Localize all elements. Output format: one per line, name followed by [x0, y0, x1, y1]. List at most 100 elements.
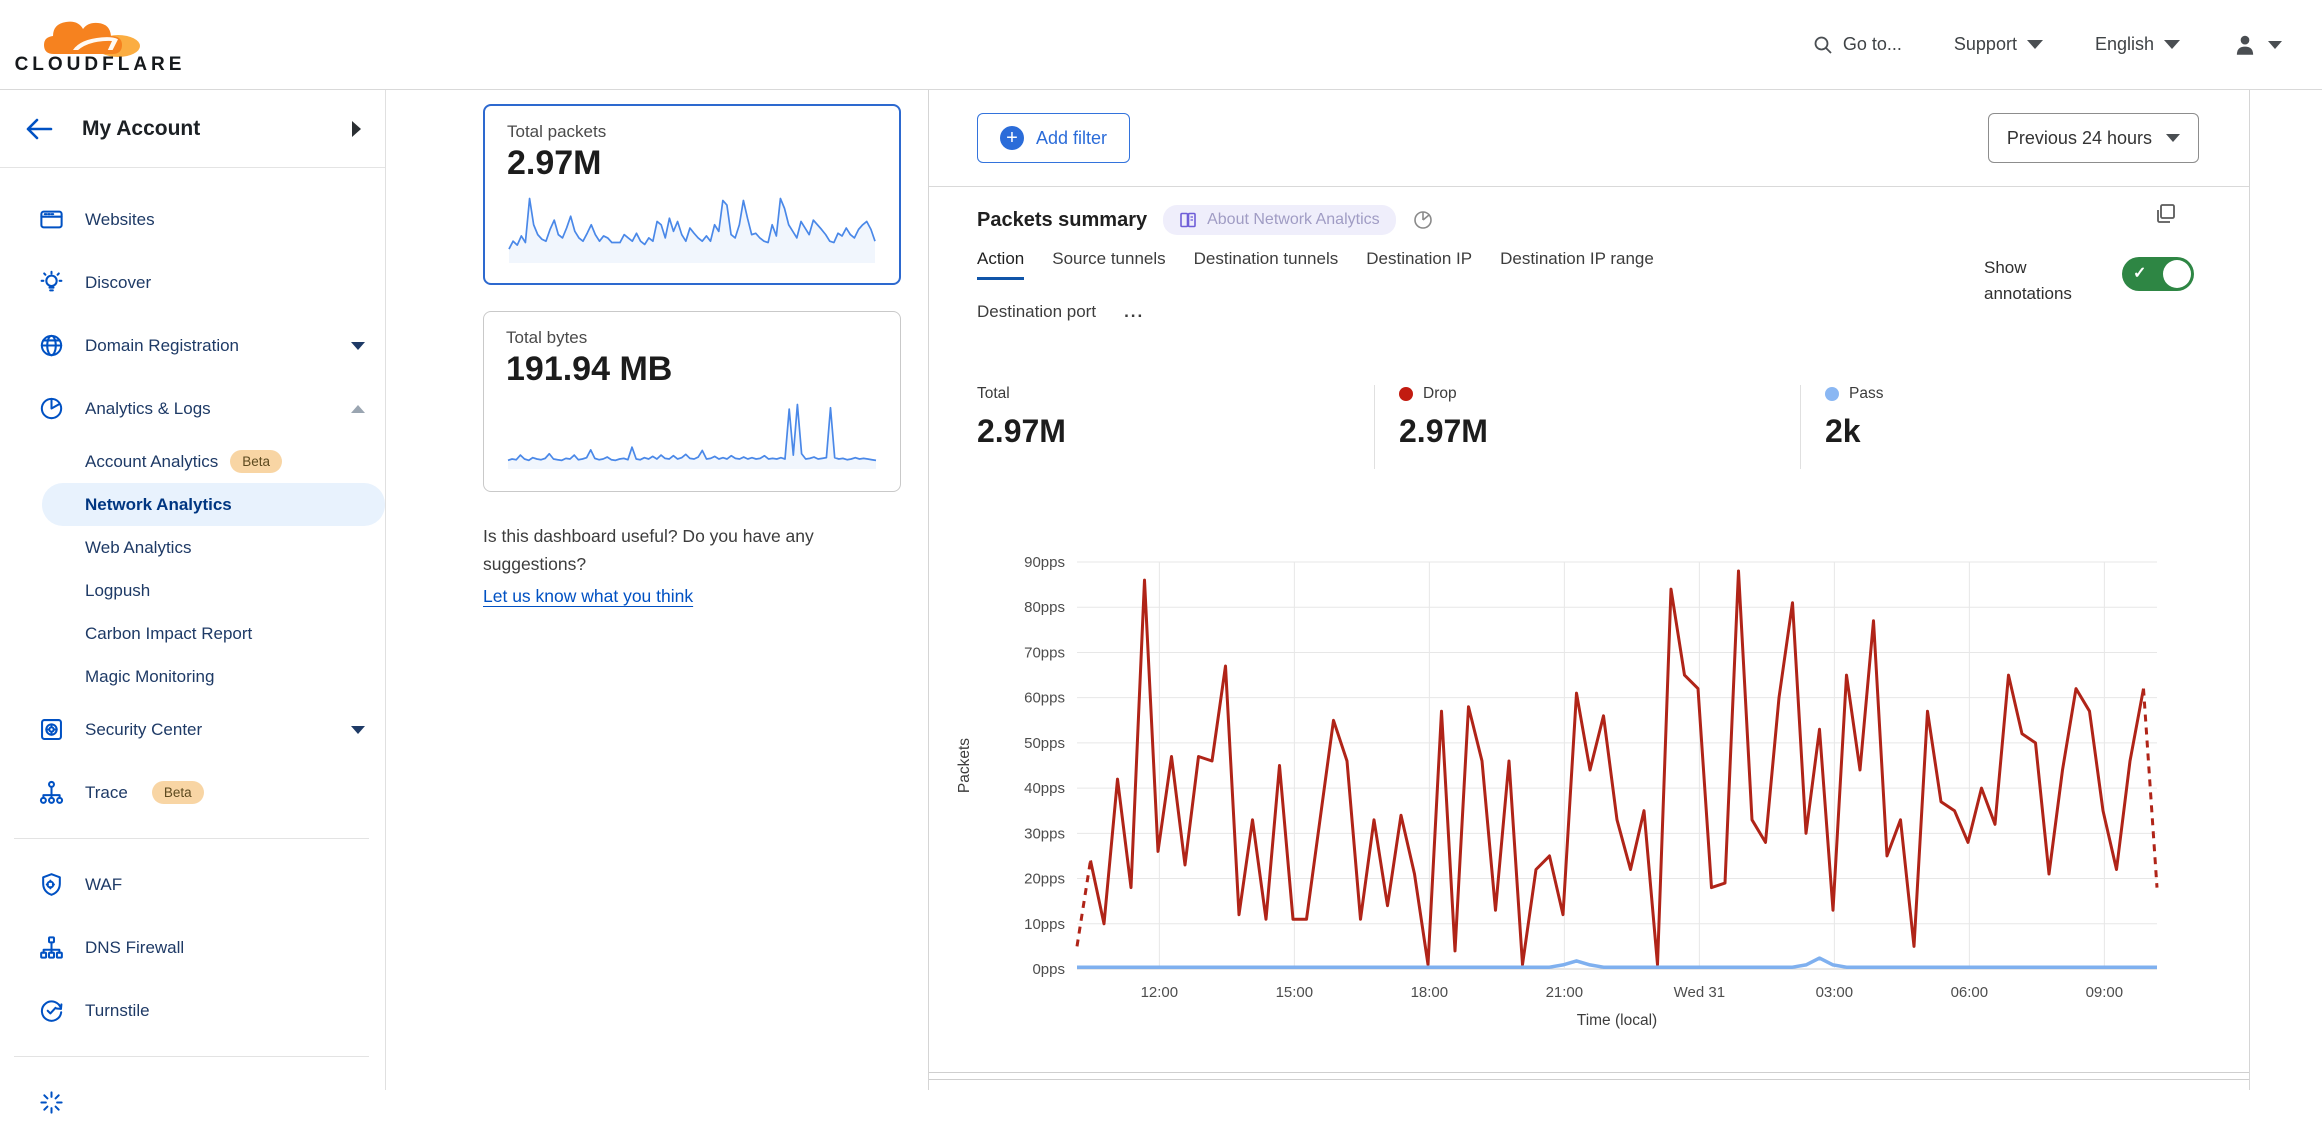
tab-destination-ip-range[interactable]: Destination IP range — [1500, 249, 1654, 280]
pie-chart-icon[interactable] — [1412, 209, 1434, 231]
svg-text:50pps: 50pps — [1024, 735, 1065, 752]
sidebar: My Account Websites Discover Domain Regi… — [0, 90, 386, 1090]
tab-action[interactable]: Action — [977, 249, 1024, 280]
svg-text:20pps: 20pps — [1024, 871, 1065, 888]
sidebar-item-domain-registration[interactable]: Domain Registration — [0, 314, 385, 377]
top-header: CLOUDFLARE Go to... Support English — [0, 0, 2322, 90]
sidebar-subitem-magic-monitoring[interactable]: Magic Monitoring — [0, 655, 385, 698]
stat-pass: Pass 2k — [1825, 385, 1883, 450]
sidebar-item-label: Security Center — [85, 720, 202, 740]
time-range-dropdown[interactable]: Previous 24 hours — [1988, 113, 2199, 163]
sidebar-divider — [14, 838, 369, 839]
card-title: Total packets — [507, 122, 877, 142]
svg-text:90pps: 90pps — [1024, 554, 1065, 571]
websites-icon — [38, 206, 65, 233]
svg-text:18:00: 18:00 — [1411, 984, 1449, 1001]
svg-text:0pps: 0pps — [1032, 961, 1065, 978]
tab-destination-port[interactable]: Destination port — [977, 302, 1096, 330]
svg-text:70pps: 70pps — [1024, 644, 1065, 661]
stat-total: Total 2.97M — [977, 385, 1066, 450]
sidebar-subitem-account-analytics[interactable]: Account AnalyticsBeta — [0, 440, 385, 483]
sidebar-nav: Websites Discover Domain Registration An… — [0, 168, 385, 1134]
support-menu[interactable]: Support — [1954, 34, 2043, 55]
sidebar-item-discover[interactable]: Discover — [0, 251, 385, 314]
svg-text:10pps: 10pps — [1024, 916, 1065, 933]
pie-icon — [38, 395, 65, 422]
summary-card-total-bytes[interactable]: Total bytes 191.94 MB — [483, 311, 901, 492]
cloudflare-cloud-icon — [40, 14, 160, 58]
trace-icon — [38, 779, 65, 806]
sidebar-subitem-label: Carbon Impact Report — [85, 624, 252, 644]
stats-row: Total 2.97M Drop 2.97M Pass 2k — [929, 385, 2249, 471]
next-section-card — [929, 1079, 2249, 1095]
sidebar-subitem-network-analytics[interactable]: Network Analytics — [42, 483, 385, 526]
stat-drop: Drop 2.97M — [1399, 385, 1488, 450]
svg-text:15:00: 15:00 — [1276, 984, 1314, 1001]
tab-destination-tunnels[interactable]: Destination tunnels — [1194, 249, 1339, 280]
sidebar-item-label: Websites — [85, 210, 155, 230]
sidebar-item-turnstile[interactable]: Turnstile — [0, 979, 385, 1042]
svg-text:Packets: Packets — [956, 738, 973, 793]
sidebar-item-websites[interactable]: Websites — [0, 188, 385, 251]
language-menu[interactable]: English — [2095, 34, 2180, 55]
about-badge-label: About Network Analytics — [1207, 211, 1380, 229]
card-value: 191.94 MB — [506, 350, 878, 389]
cloudflare-logo[interactable]: CLOUDFLARE — [20, 14, 180, 76]
chevron-right-icon[interactable] — [352, 121, 361, 137]
sidebar-subitem-carbon-impact-report[interactable]: Carbon Impact Report — [0, 612, 385, 655]
sidebar-subitem-logpush[interactable]: Logpush — [0, 569, 385, 612]
sparkline-chart — [507, 187, 877, 265]
sidebar-item-label: Domain Registration — [85, 336, 239, 356]
stat-label: Drop — [1423, 385, 1457, 403]
about-network-analytics-badge[interactable]: About Network Analytics — [1163, 205, 1396, 235]
sidebar-item-more[interactable] — [0, 1071, 385, 1134]
time-range-label: Previous 24 hours — [2007, 128, 2152, 149]
card-value: 2.97M — [507, 144, 877, 183]
tab-destination-ip[interactable]: Destination IP — [1366, 249, 1472, 280]
support-label: Support — [1954, 34, 2017, 55]
filter-toolbar: + Add filter Previous 24 hours — [929, 90, 2249, 187]
sidebar-subitem-web-analytics[interactable]: Web Analytics — [0, 526, 385, 569]
chevron-down-icon — [2166, 134, 2180, 142]
discover-icon — [38, 269, 65, 296]
chevron-down-icon — [2268, 41, 2282, 49]
card-title: Total bytes — [506, 328, 878, 348]
stat-value: 2k — [1825, 413, 1883, 450]
line-chart-svg[interactable]: 0pps10pps20pps30pps40pps50pps60pps70pps8… — [929, 532, 2249, 1032]
svg-text:80pps: 80pps — [1024, 599, 1065, 616]
sidebar-item-dns-firewall[interactable]: DNS Firewall — [0, 916, 385, 979]
show-annotations-toggle[interactable]: ✓ — [2122, 257, 2194, 291]
feedback-question: Is this dashboard useful? Do you have an… — [483, 526, 814, 574]
account-menu[interactable] — [2232, 32, 2282, 58]
add-filter-button[interactable]: + Add filter — [977, 113, 1130, 163]
tabs-more-button[interactable]: ... — [1124, 302, 1144, 330]
sidebar-item-label: Discover — [85, 273, 151, 293]
feedback-link[interactable]: Let us know what you think — [483, 582, 693, 610]
sidebar-item-security-center[interactable]: Security Center — [0, 698, 385, 761]
sidebar-item-analytics-logs[interactable]: Analytics & Logs — [0, 377, 385, 440]
sidebar-item-waf[interactable]: WAF — [0, 853, 385, 916]
sidebar-item-trace[interactable]: TraceBeta — [0, 761, 385, 824]
tab-source-tunnels[interactable]: Source tunnels — [1052, 249, 1165, 280]
sidebar-subitem-label: Web Analytics — [85, 538, 191, 558]
stat-divider — [1800, 385, 1801, 469]
search-icon — [1813, 35, 1833, 55]
plus-icon: + — [1000, 126, 1024, 150]
shield-icon — [38, 871, 65, 898]
pass-dot-icon — [1825, 387, 1839, 401]
summary-card-total-packets[interactable]: Total packets 2.97M — [483, 104, 901, 285]
chevron-down-icon — [2164, 40, 2180, 49]
sidebar-subitem-label: Magic Monitoring — [85, 667, 214, 687]
back-arrow-icon[interactable] — [24, 116, 54, 142]
feedback-block: Is this dashboard useful? Do you have an… — [483, 522, 913, 610]
goto-search[interactable]: Go to... — [1813, 34, 1902, 55]
book-icon — [1179, 211, 1197, 229]
stat-label: Pass — [1849, 385, 1883, 403]
expand-icon[interactable] — [2153, 201, 2179, 227]
chevron-down-icon — [351, 726, 365, 734]
beta-badge: Beta — [152, 781, 204, 804]
add-filter-label: Add filter — [1036, 128, 1107, 149]
stat-value: 2.97M — [977, 413, 1066, 450]
chevron-down-icon — [351, 342, 365, 350]
sidebar-subitem-label: Logpush — [85, 581, 150, 601]
